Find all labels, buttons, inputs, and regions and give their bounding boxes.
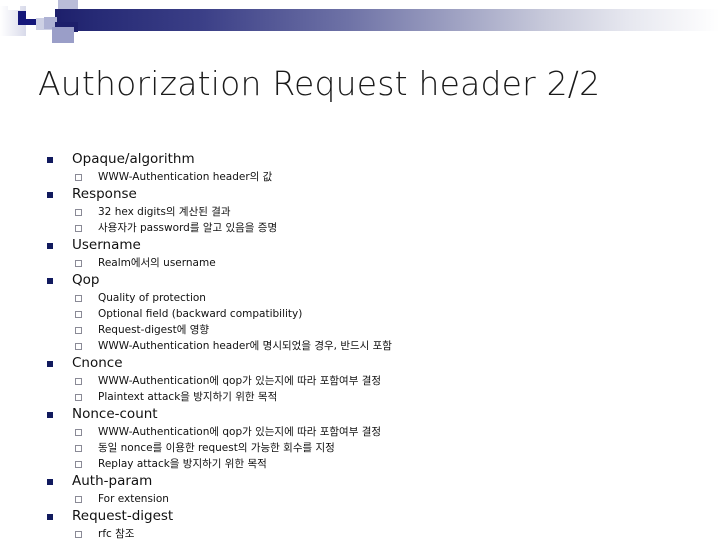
outline-item-level2-label: Optional field (backward compatibility): [98, 308, 303, 320]
outline-item-level2: WWW-Authentication header에 명시되었을 경우, 반드시…: [0, 338, 720, 354]
outline-item-level2-label: Quality of protection: [98, 292, 206, 304]
hollow-square-bullet-icon: [75, 429, 82, 436]
decor-square-left-notch: [8, 0, 20, 10]
outline-item-level2: WWW-Authentication header의 값: [0, 169, 720, 185]
square-bullet-icon: [47, 514, 53, 520]
outline-item-level2-label: 32 hex digits의 계산된 결과: [98, 206, 231, 218]
outline-item-level2-label: Request-digest에 영향: [98, 324, 210, 336]
outline-item-level2: 32 hex digits의 계산된 결과: [0, 204, 720, 220]
outline-item-level2-label: WWW-Authentication에 qop가 있는지에 따라 포함여부 결정: [98, 426, 382, 438]
outline-list: Opaque/algorithm WWW-Authentication heade…: [0, 150, 720, 542]
square-bullet-icon: [47, 361, 53, 367]
outline-item-level2: Quality of protection: [0, 290, 720, 306]
outline-item-level2-label: Realm에서의 username: [98, 257, 216, 269]
square-bullet-icon: [47, 243, 53, 249]
hollow-square-bullet-icon: [75, 531, 82, 538]
page-title: Authorization Request header 2/2: [38, 64, 601, 103]
outline-item-level2-label: WWW-Authentication에 qop가 있는지에 따라 포함여부 결정: [98, 375, 382, 387]
outline-item-level2: 사용자가 password를 알고 있음을 증명: [0, 220, 720, 236]
outline-item-level1: Username: [0, 236, 720, 255]
hollow-square-bullet-icon: [75, 225, 82, 232]
outline-item-level1: Auth-param: [0, 472, 720, 491]
square-bullet-icon: [47, 479, 53, 485]
outline-item-level1-label: Request-digest: [72, 508, 174, 524]
outline-item-level2-label: For extension: [98, 493, 169, 505]
outline-item-level2-label: WWW-Authentication header에 명시되었을 경우, 반드시…: [98, 340, 392, 352]
outline-item-level2-label: 사용자가 password를 알고 있음을 증명: [98, 222, 278, 234]
outline-item-level2: Realm에서의 username: [0, 255, 720, 271]
square-bullet-icon: [47, 278, 53, 284]
outline-item-level2-label: WWW-Authentication header의 값: [98, 171, 273, 183]
decor-square-notch: [78, 0, 86, 8]
hollow-square-bullet-icon: [75, 461, 82, 468]
outline-item-level1: Nonce-count: [0, 405, 720, 424]
outline-item-level1: Request-digest: [0, 507, 720, 526]
outline-item-level1: Response: [0, 185, 720, 204]
outline-item-level1-label: Response: [72, 186, 137, 202]
decor-square-lower: [52, 27, 74, 43]
hollow-square-bullet-icon: [75, 394, 82, 401]
outline-item-level2-label: Plaintext attack을 방지하기 위한 목적: [98, 391, 278, 403]
outline-item-level2: Plaintext attack을 방지하기 위한 목적: [0, 389, 720, 405]
outline-item-level2: Replay attack을 방지하기 위한 목적: [0, 456, 720, 472]
hollow-square-bullet-icon: [75, 260, 82, 267]
hollow-square-bullet-icon: [75, 295, 82, 302]
outline-item-level2: Optional field (backward compatibility): [0, 306, 720, 322]
outline-item-level1-label: Auth-param: [72, 473, 153, 489]
outline-item-level1: Qop: [0, 271, 720, 290]
slide-header-decoration: [0, 0, 720, 46]
outline-item-level1: Opaque/algorithm: [0, 150, 720, 169]
outline-item-level2: WWW-Authentication에 qop가 있는지에 따라 포함여부 결정: [0, 424, 720, 440]
outline-item-level2: Request-digest에 영향: [0, 322, 720, 338]
outline-item-level1-label: Nonce-count: [72, 406, 158, 422]
hollow-square-bullet-icon: [75, 311, 82, 318]
outline-item-level1: Cnonce: [0, 354, 720, 373]
square-bullet-icon: [47, 412, 53, 418]
outline-item-level1-label: Qop: [72, 272, 100, 288]
hollow-square-bullet-icon: [75, 174, 82, 181]
outline-item-level2: 동일 nonce를 이용한 request의 가능한 회수를 지정: [0, 440, 720, 456]
outline-item-level1-label: Opaque/algorithm: [72, 151, 195, 167]
outline-item-level2: WWW-Authentication에 qop가 있는지에 따라 포함여부 결정: [0, 373, 720, 389]
hollow-square-bullet-icon: [75, 209, 82, 216]
hollow-square-bullet-icon: [75, 378, 82, 385]
decor-square-lower-white: [30, 30, 52, 42]
outline-item-level1-label: Username: [72, 237, 141, 253]
square-bullet-icon: [47, 192, 53, 198]
outline-item-level1-label: Cnonce: [72, 355, 123, 371]
outline-item-level2-label: Replay attack을 방지하기 위한 목적: [98, 458, 267, 470]
hollow-square-bullet-icon: [75, 445, 82, 452]
hollow-square-bullet-icon: [75, 327, 82, 334]
header-gradient-bar: [55, 9, 720, 31]
outline-item-level2: For extension: [0, 491, 720, 507]
hollow-square-bullet-icon: [75, 496, 82, 503]
outline-item-level2-label: 동일 nonce를 이용한 request의 가능한 회수를 지정: [98, 442, 335, 454]
square-bullet-icon: [47, 157, 53, 163]
outline-item-level2-label: rfc 참조: [98, 528, 135, 540]
hollow-square-bullet-icon: [75, 343, 82, 350]
